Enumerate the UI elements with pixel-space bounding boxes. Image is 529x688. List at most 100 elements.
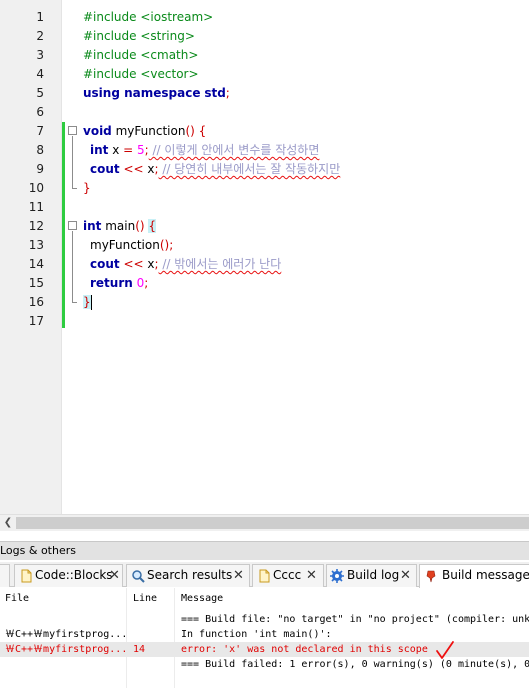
- close-icon[interactable]: ✕: [233, 565, 244, 586]
- keyword: using namespace: [83, 86, 201, 100]
- pin-icon: [426, 570, 436, 583]
- operator: <<: [119, 257, 144, 271]
- code-line-10[interactable]: }: [83, 179, 91, 198]
- comment: // 밖에서는 에러가 난다: [158, 257, 282, 271]
- code-line-2[interactable]: #include <string>: [83, 27, 195, 46]
- code-line-4[interactable]: #include <vector>: [83, 65, 199, 84]
- scrollbar-thumb[interactable]: [16, 517, 529, 529]
- logs-panel-title: Logs & others: [0, 544, 76, 557]
- tab-label: Code::Blocks: [35, 568, 113, 582]
- preprocessor-directive: #include <string>: [83, 29, 195, 43]
- line-number: 12: [28, 219, 44, 233]
- build-messages-list[interactable]: File Line Message === Build file: "no ta…: [0, 588, 529, 688]
- fold-end: [72, 188, 77, 189]
- namespace-name: std: [204, 86, 226, 100]
- checkmark-annotation-icon: [436, 641, 454, 659]
- code-line-3[interactable]: #include <cmath>: [83, 46, 198, 65]
- message-text: === Build failed: 1 error(s), 0 warning(…: [181, 659, 529, 670]
- tab-build-log[interactable]: Build log ✕: [326, 564, 417, 587]
- tab-partial[interactable]: [0, 564, 10, 587]
- semicolon: ;: [169, 238, 174, 252]
- code-line-12[interactable]: int main() {: [83, 217, 157, 236]
- variable: x: [143, 162, 155, 176]
- keyword: int: [83, 219, 102, 233]
- column-header-message[interactable]: Message: [181, 588, 223, 612]
- line-number: 8: [36, 143, 44, 157]
- keyword: return: [90, 276, 133, 290]
- function-name: myFunction: [111, 124, 186, 138]
- keyword: cout: [90, 257, 120, 271]
- message-file: ￦C++￦myfirstprog...: [5, 629, 125, 640]
- line-number: 4: [36, 67, 44, 81]
- code-line-5[interactable]: using namespace std;: [83, 84, 230, 103]
- semicolon: ;: [225, 86, 230, 100]
- line-number: 11: [28, 200, 44, 214]
- column-header-line[interactable]: Line: [133, 588, 157, 612]
- code-editor[interactable]: 1 2 3 4 5 6 7 8 9 10 11 12 13 14 15 16 1…: [0, 0, 529, 514]
- code-line-8[interactable]: int x = 5; // 이렇게 안에서 변수를 작성하면: [90, 141, 319, 160]
- comment: // 이렇게 안에서 변수를 작성하면: [148, 143, 320, 157]
- message-text: In function 'int main()':: [181, 629, 332, 640]
- tab-build-messages[interactable]: Build messages: [419, 564, 529, 588]
- comment: // 당연히 내부에서는 잘 작동하지만: [158, 162, 341, 176]
- line-number: 1: [36, 10, 44, 24]
- message-line: 14: [133, 644, 146, 655]
- text-cursor: [90, 295, 92, 310]
- code-line-16[interactable]: }: [83, 293, 92, 312]
- preprocessor-directive: #include <cmath>: [83, 48, 199, 62]
- fold-guide: [72, 136, 73, 188]
- line-number: 3: [36, 48, 44, 62]
- document-icon: [21, 569, 32, 583]
- code-line-1[interactable]: #include <iostream>: [83, 8, 213, 27]
- semicolon: ;: [144, 276, 149, 290]
- horizontal-scrollbar[interactable]: ❮: [0, 514, 529, 531]
- code-line-15[interactable]: return 0;: [90, 274, 148, 293]
- logs-panel-header: Logs & others: [0, 541, 529, 560]
- keyword: int: [90, 143, 109, 157]
- document-icon: [259, 569, 270, 583]
- code-line-7[interactable]: void myFunction() {: [83, 122, 206, 141]
- line-number: 16: [28, 295, 44, 309]
- close-icon[interactable]: ✕: [306, 565, 317, 586]
- variable: x: [108, 143, 124, 157]
- gear-icon: [330, 569, 344, 583]
- tab-label: Build log: [347, 568, 400, 582]
- function-call: myFunction: [90, 238, 160, 252]
- matched-brace: {: [148, 219, 157, 233]
- tab-label: Cccc: [273, 568, 302, 582]
- line-number: 7: [36, 124, 44, 138]
- message-text: error: 'x' was not declared in this scop…: [181, 644, 428, 655]
- line-number: 17: [28, 314, 44, 328]
- fold-toggle-myfunction[interactable]: [68, 126, 77, 135]
- message-row[interactable]: === Build file: "no target" in "no proje…: [0, 612, 529, 627]
- brace: }: [83, 181, 91, 195]
- tab-search-results[interactable]: Search results ✕: [126, 564, 250, 587]
- preprocessor-directive: #include <vector>: [83, 67, 199, 81]
- line-number: 10: [28, 181, 44, 195]
- column-header-file[interactable]: File: [5, 588, 29, 612]
- fold-toggle-main[interactable]: [68, 221, 77, 230]
- logs-tab-strip: Code::Blocks ✕ Search results ✕ Cccc ✕ B…: [0, 562, 529, 588]
- close-icon[interactable]: ✕: [109, 565, 120, 586]
- tab-label: Search results: [147, 568, 233, 582]
- operator: =: [123, 143, 134, 157]
- operator: <<: [119, 162, 144, 176]
- code-line-9[interactable]: cout << x; // 당연히 내부에서는 잘 작동하지만: [90, 160, 340, 179]
- tab-codeblocks[interactable]: Code::Blocks ✕: [14, 564, 123, 587]
- code-line-14[interactable]: cout << x; // 밖에서는 에러가 난다: [90, 255, 281, 274]
- line-number: 2: [36, 29, 44, 43]
- message-file: ￦C++￦myfirstprog...: [5, 644, 125, 655]
- close-icon[interactable]: ✕: [400, 565, 411, 586]
- number-literal: 0: [132, 276, 145, 290]
- code-line-13[interactable]: myFunction();: [90, 236, 173, 255]
- keyword: void: [83, 124, 112, 138]
- variable: x: [143, 257, 155, 271]
- search-icon: [132, 570, 145, 583]
- parentheses: (): [185, 124, 195, 138]
- fold-guide: [72, 231, 73, 302]
- tab-cccc[interactable]: Cccc ✕: [252, 564, 324, 587]
- message-text: === Build file: "no target" in "no proje…: [181, 614, 529, 625]
- fold-end: [72, 302, 77, 303]
- scroll-left-arrow-icon[interactable]: ❮: [2, 515, 14, 531]
- line-number: 14: [28, 257, 44, 271]
